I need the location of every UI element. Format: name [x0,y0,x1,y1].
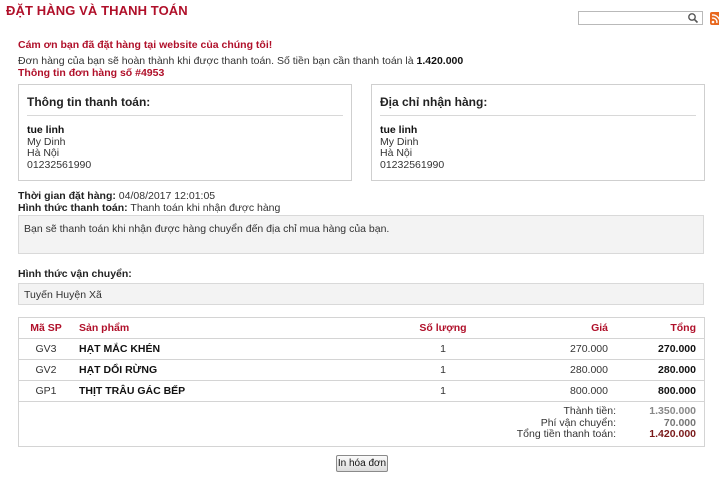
shipping-address-box: Địa chỉ nhận hàng: tue linh My Dinh Hà N… [371,84,705,181]
search-icon[interactable] [687,12,699,24]
shipping-method-label: Hình thức vận chuyển: [18,268,132,280]
payment-method-label: Hình thức thanh toán: [18,202,128,214]
order-number: Thông tin đơn hàng số #4953 [18,67,165,79]
order-time-row: Thời gian đặt hàng: 04/08/2017 12:01:05 [18,190,215,202]
order-items-table: Mã SP Sản phẩm Số lượng Giá Tổng GV3 HẠT… [18,317,705,447]
billing-name: tue linh [27,124,65,136]
payment-intro: Đơn hàng của bạn sẽ hoàn thành khi được … [18,55,463,67]
table-row: GV3 HẠT MẮC KHÉN 1 270.000 270.000 [18,338,705,360]
table-row: GP1 THỊT TRÂU GÁC BẾP 1 800.000 800.000 [18,380,705,402]
order-summary-row: Thành tiền: 1.350.000 Phí vận chuyển: 70… [19,402,705,447]
print-invoice-button[interactable]: In hóa đơn [336,455,388,472]
payment-method-value: Thanh toán khi nhận được hàng [130,202,281,214]
shipping-city: Hà Nội [380,147,413,159]
payment-method-row: Hình thức thanh toán: Thanh toán khi nhậ… [18,202,280,214]
grand-total-label: Tổng tiền thanh toán: [516,428,616,440]
product-total: 280.000 [616,359,705,381]
thank-you-message: Cám ơn bạn đã đặt hàng tại website của c… [18,39,273,51]
billing-info-box: Thông tin thanh toán: tue linh My Dinh H… [18,84,352,181]
table-row: GV2 HẠT DỔI RỪNG 1 280.000 280.000 [18,359,705,381]
order-summary: Thành tiền: 1.350.000 Phí vận chuyển: 70… [19,402,705,447]
page-title: ĐẶT HÀNG VÀ THANH TOÁN [6,3,188,18]
billing-phone: 01232561990 [27,158,92,171]
product-price: 800.000 [498,380,616,402]
divider [380,115,696,116]
shipping-phone: 01232561990 [380,158,445,171]
shipping-method-value: Tuyến Huyện Xã [18,283,704,305]
product-total: 270.000 [616,338,705,360]
product-name: HẠT DỔI RỪNG [73,359,388,381]
table-header-row: Mã SP Sản phẩm Số lượng Giá Tổng [18,317,705,339]
product-price: 270.000 [498,338,616,360]
col-header-product: Sản phẩm [73,317,388,339]
shipping-method-label-text: Hình thức vận chuyển: [18,268,132,280]
subtotal-value: 1.350.000 [649,405,696,417]
billing-city: Hà Nội [27,147,60,159]
product-code: GP1 [18,380,73,402]
col-header-quantity: Số lượng [388,317,498,339]
amount-due: 1.420.000 [416,55,464,67]
order-time-label: Thời gian đặt hàng: [18,190,116,202]
shipping-name: tue linh [380,124,418,136]
rss-icon[interactable] [710,12,719,25]
shipping-address-heading: Địa chỉ nhận hàng: [380,95,488,109]
search-input[interactable] [579,12,691,24]
product-code: GV3 [18,338,73,360]
payment-note: Bạn sẽ thanh toán khi nhận được hàng chu… [18,215,704,254]
subtotal-label: Thành tiền: [563,405,616,417]
col-header-price: Giá [498,317,616,339]
product-name: THỊT TRÂU GÁC BẾP [73,380,388,402]
subtotal-line: Thành tiền: 1.350.000 [19,405,696,418]
grand-total-line: Tổng tiền thanh toán: 1.420.000 [19,428,696,441]
product-quantity: 1 [388,380,498,402]
product-code: GV2 [18,359,73,381]
product-quantity: 1 [388,338,498,360]
product-name: HẠT MẮC KHÉN [73,338,388,360]
billing-heading: Thông tin thanh toán: [27,95,151,109]
col-header-code: Mã SP [18,317,73,339]
product-price: 280.000 [498,359,616,381]
search-box[interactable] [578,11,703,25]
product-total: 800.000 [616,380,705,402]
payment-intro-text: Đơn hàng của bạn sẽ hoàn thành khi được … [18,55,417,67]
order-time-value: 04/08/2017 12:01:05 [118,190,216,202]
product-quantity: 1 [388,359,498,381]
col-header-total: Tổng [616,317,705,339]
divider [27,115,343,116]
grand-total-value: 1.420.000 [649,428,696,440]
